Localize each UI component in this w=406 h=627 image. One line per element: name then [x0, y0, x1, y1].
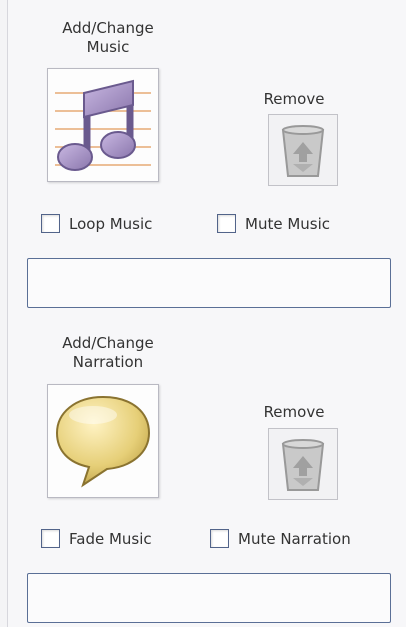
mute-narration-checkbox[interactable]	[210, 529, 229, 548]
remove-music-button[interactable]	[268, 114, 338, 186]
fade-music-option[interactable]: Fade Music	[41, 529, 152, 548]
mute-narration-option[interactable]: Mute Narration	[210, 529, 351, 548]
mute-music-checkbox[interactable]	[217, 214, 236, 233]
remove-narration-label: Remove	[263, 403, 325, 421]
music-file-field[interactable]	[27, 258, 391, 308]
add-change-music-label: Add/Change Music	[62, 19, 154, 56]
add-change-narration-label: Add/Change Narration	[62, 334, 154, 371]
loop-music-label: Loop Music	[69, 214, 153, 233]
fade-music-label: Fade Music	[69, 529, 152, 548]
music-note-icon	[55, 79, 151, 171]
remove-narration-button[interactable]	[268, 428, 338, 500]
audio-panel: Add/Change Music Remove Loop Music Mute …	[7, 0, 406, 627]
narration-file-field[interactable]	[27, 573, 391, 623]
loop-music-option[interactable]: Loop Music	[41, 214, 152, 233]
mute-music-label: Mute Music	[245, 214, 331, 233]
loop-music-checkbox[interactable]	[41, 214, 60, 233]
speech-bubble-icon	[55, 395, 151, 488]
recycle-bin-icon	[281, 125, 325, 177]
add-change-narration-button[interactable]	[47, 384, 159, 498]
mute-music-option[interactable]: Mute Music	[217, 214, 330, 233]
recycle-bin-icon	[281, 439, 325, 491]
fade-music-checkbox[interactable]	[41, 529, 60, 548]
remove-music-label: Remove	[263, 90, 325, 108]
mute-narration-label: Mute Narration	[238, 529, 351, 548]
add-change-music-button[interactable]	[47, 68, 159, 182]
